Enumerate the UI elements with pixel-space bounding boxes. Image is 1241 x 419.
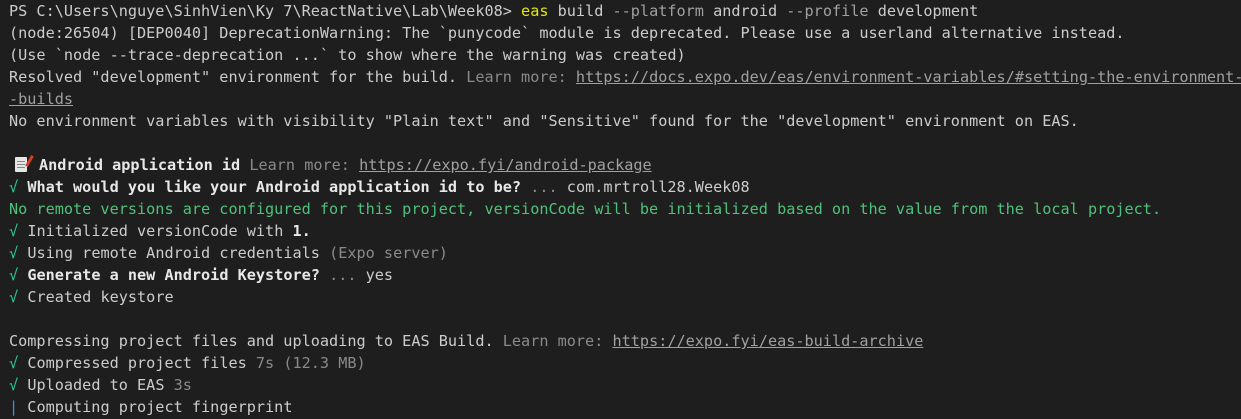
command-flag-platform-value: android [703, 2, 778, 20]
compressed-stats: 7s (12.3 MB) [255, 354, 366, 372]
android-id-heading-line: Android application id Learn more: https… [9, 154, 1241, 176]
terminal-output[interactable]: PS C:\Users\nguye\SinhVien\Ky 7\ReactNat… [0, 0, 1241, 419]
resolved-env-text: Resolved "development" environment for t… [9, 68, 467, 86]
app-id-answer-line: √ What would you like your Android appli… [9, 176, 1241, 198]
android-package-link[interactable]: https://expo.fyi/android-package [359, 156, 652, 174]
no-remote-versions-line: No remote versions are configured for th… [9, 200, 1162, 218]
env-variables-link-continued[interactable]: -builds [9, 90, 73, 108]
command-flag-profile-value: development [868, 2, 979, 20]
compressed-text: Compressed project files [27, 354, 256, 372]
check-icon: √ [9, 354, 19, 372]
env-variables-link[interactable]: https://docs.expo.dev/eas/environment-va… [576, 68, 1241, 86]
command-subcommand: build [548, 2, 604, 20]
resolved-env-line-wrap: -builds [9, 88, 1241, 110]
learn-more-label: Learn more: [249, 156, 360, 174]
learn-more-label: Learn more: [502, 332, 613, 350]
check-icon: √ [9, 288, 19, 306]
app-id-answer: com.mrtroll28.Week08 [566, 178, 750, 196]
gen-keystore-line: √ Generate a new Android Keystore? ... y… [9, 264, 1241, 286]
init-version-value: 1. [292, 222, 311, 240]
created-keystore-text: Created keystore [27, 288, 174, 306]
app-id-dots: ... [521, 178, 567, 196]
deprecation-warning: (node:26504) [DEP0040] DeprecationWarnin… [9, 24, 1125, 42]
uploaded-text: Uploaded to EAS [27, 376, 174, 394]
command-flag-profile: --profile [777, 2, 869, 20]
deprecation-hint: (Use `node --trace-deprecation ...` to s… [9, 46, 686, 64]
spinner-icon: | [9, 398, 19, 416]
learn-more-label: Learn more: [466, 68, 576, 86]
gen-keystore-dots: ... [319, 266, 366, 284]
check-icon: √ [9, 222, 19, 240]
init-version-line: √ Initialized versionCode with 1. [9, 220, 1241, 242]
check-icon: √ [9, 244, 19, 262]
command-flag-platform: --platform [603, 2, 704, 20]
resolved-env-line: Resolved "development" environment for t… [9, 66, 1241, 88]
command-name: eas [521, 2, 549, 20]
app-id-question: What would you like your Android applica… [27, 178, 522, 196]
using-creds-text: Using remote Android credentials [27, 244, 330, 262]
command-line: PS C:\Users\nguye\SinhVien\Ky 7\ReactNat… [9, 0, 1241, 22]
shell-prompt: PS C:\Users\nguye\SinhVien\Ky 7\ReactNat… [9, 2, 522, 20]
gen-keystore-answer: yes [365, 266, 394, 284]
document-icon [15, 157, 27, 172]
created-keystore-line: √ Created keystore [9, 286, 1241, 308]
android-id-heading: Android application id [39, 156, 241, 174]
computing-line: | Computing project fingerprint [9, 396, 1241, 418]
check-icon: √ [9, 376, 19, 394]
init-version-text: Initialized versionCode with [27, 222, 293, 240]
using-creds-line: √ Using remote Android credentials (Expo… [9, 242, 1241, 264]
uploaded-line: √ Uploaded to EAS 3s [9, 374, 1241, 396]
check-icon: √ [9, 178, 19, 196]
build-archive-link[interactable]: https://expo.fyi/eas-build-archive [613, 332, 924, 350]
compressing-line: Compressing project files and uploading … [9, 330, 1241, 352]
no-env-vars-line: No environment variables with visibility… [9, 112, 1079, 130]
compressed-line: √ Compressed project files 7s (12.3 MB) [9, 352, 1241, 374]
uploaded-time: 3s [173, 376, 192, 394]
compressing-text: Compressing project files and uploading … [9, 332, 503, 350]
using-creds-source: (Expo server) [329, 244, 448, 262]
check-icon: √ [9, 266, 19, 284]
gen-keystore-question: Generate a new Android Keystore? [27, 266, 320, 284]
computing-text: Computing project fingerprint [18, 398, 293, 416]
